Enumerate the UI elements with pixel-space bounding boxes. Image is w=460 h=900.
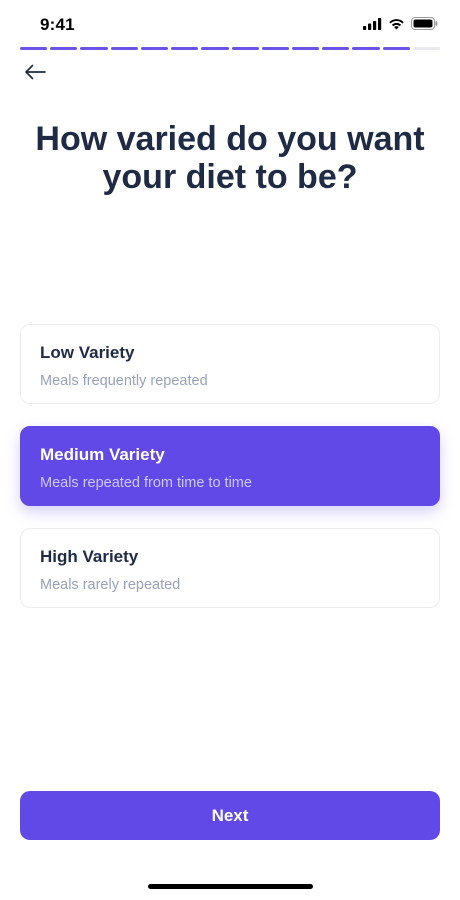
option-subtitle: Meals rarely repeated xyxy=(40,577,181,593)
progress-segment xyxy=(382,47,410,50)
progress-segment xyxy=(231,47,259,50)
page-title: How varied do you want your diet to be? xyxy=(35,120,425,196)
variety-options: Low Variety Meals frequently repeated Me… xyxy=(20,324,440,630)
progress-segment xyxy=(322,47,350,50)
next-button[interactable]: Next xyxy=(20,791,440,840)
option-title: Medium Variety xyxy=(40,445,165,464)
progress-segment xyxy=(261,47,289,50)
option-subtitle: Meals frequently repeated xyxy=(40,373,208,389)
option-subtitle: Meals repeated from time to time xyxy=(40,475,252,491)
progress-segment xyxy=(50,47,78,50)
back-button[interactable] xyxy=(18,60,52,88)
option-medium-variety[interactable]: Medium Variety Meals repeated from time … xyxy=(20,426,440,506)
option-low-variety[interactable]: Low Variety Meals frequently repeated xyxy=(20,324,440,404)
wifi-icon xyxy=(388,18,405,30)
progress-segment xyxy=(20,47,48,50)
progress-segment xyxy=(140,47,169,50)
progress-segment xyxy=(80,47,108,50)
progress-segment xyxy=(201,47,229,50)
battery-icon xyxy=(411,17,438,30)
option-title: High Variety xyxy=(40,547,139,566)
status-bar: 9:41 xyxy=(0,0,460,46)
option-title: Low Variety xyxy=(40,343,135,362)
progress-segment xyxy=(291,47,320,50)
home-indicator xyxy=(148,884,313,889)
progress-segment xyxy=(352,47,380,50)
progress-segment xyxy=(110,47,138,50)
option-high-variety[interactable]: High Variety Meals rarely repeated xyxy=(20,528,440,608)
progress-bar xyxy=(20,47,441,50)
progress-segment xyxy=(412,47,441,50)
status-icons xyxy=(363,17,438,30)
cellular-signal-icon xyxy=(363,17,382,30)
progress-segment xyxy=(171,47,199,50)
status-time: 9:41 xyxy=(40,15,75,34)
arrow-left-icon xyxy=(24,64,46,85)
